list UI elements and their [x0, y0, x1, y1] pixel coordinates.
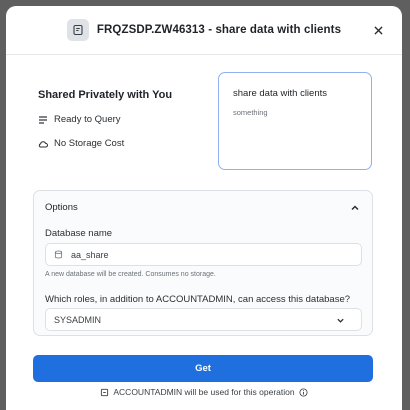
database-name-input[interactable]: aa_share	[45, 243, 362, 266]
footer-note: ACCOUNTADMIN will be used for this opera…	[6, 387, 402, 397]
options-panel: Options Database name aa_share A new dat…	[33, 190, 373, 336]
database-icon	[66, 19, 89, 41]
dialog-header: FRQZSDP.ZW46313 - share data with client…	[6, 6, 402, 55]
feature-label: No Storage Cost	[54, 138, 125, 149]
close-icon[interactable]	[370, 22, 386, 38]
feature-no-storage-cost: No Storage Cost	[38, 138, 208, 149]
description-title: share data with clients	[233, 88, 327, 99]
listing-summary: Shared Privately with You Ready to Query…	[38, 84, 208, 149]
get-button[interactable]: Get	[33, 355, 373, 382]
get-data-dialog: FRQZSDP.ZW46313 - share data with client…	[6, 6, 402, 410]
lines-icon	[39, 115, 47, 124]
chevron-down-icon	[337, 318, 344, 323]
roles-selected-value: SYSADMIN	[54, 314, 102, 325]
description-subtitle: something	[233, 108, 268, 117]
chevron-up-icon[interactable]	[350, 203, 360, 213]
database-cylinder-icon	[54, 250, 63, 259]
roles-label: Which roles, in addition to ACCOUNTADMIN…	[45, 294, 351, 305]
roles-select[interactable]: SYSADMIN	[45, 308, 362, 331]
feature-ready-to-query: Ready to Query	[38, 114, 208, 125]
feature-label: Ready to Query	[54, 114, 121, 125]
database-hint: A new database will be created. Consumes…	[45, 271, 216, 278]
role-icon	[101, 388, 109, 396]
info-icon[interactable]	[299, 387, 308, 397]
footer-note-text: ACCOUNTADMIN will be used for this opera…	[113, 387, 295, 397]
cloud-icon	[38, 140, 48, 147]
database-name-value: aa_share	[71, 249, 109, 260]
database-name-label: Database name	[45, 228, 113, 239]
listing-description-card: share data with clients something	[218, 72, 372, 170]
shared-heading: Shared Privately with You	[38, 89, 173, 101]
dialog-title: FRQZSDP.ZW46313 - share data with client…	[96, 24, 342, 36]
options-heading: Options	[45, 202, 78, 213]
